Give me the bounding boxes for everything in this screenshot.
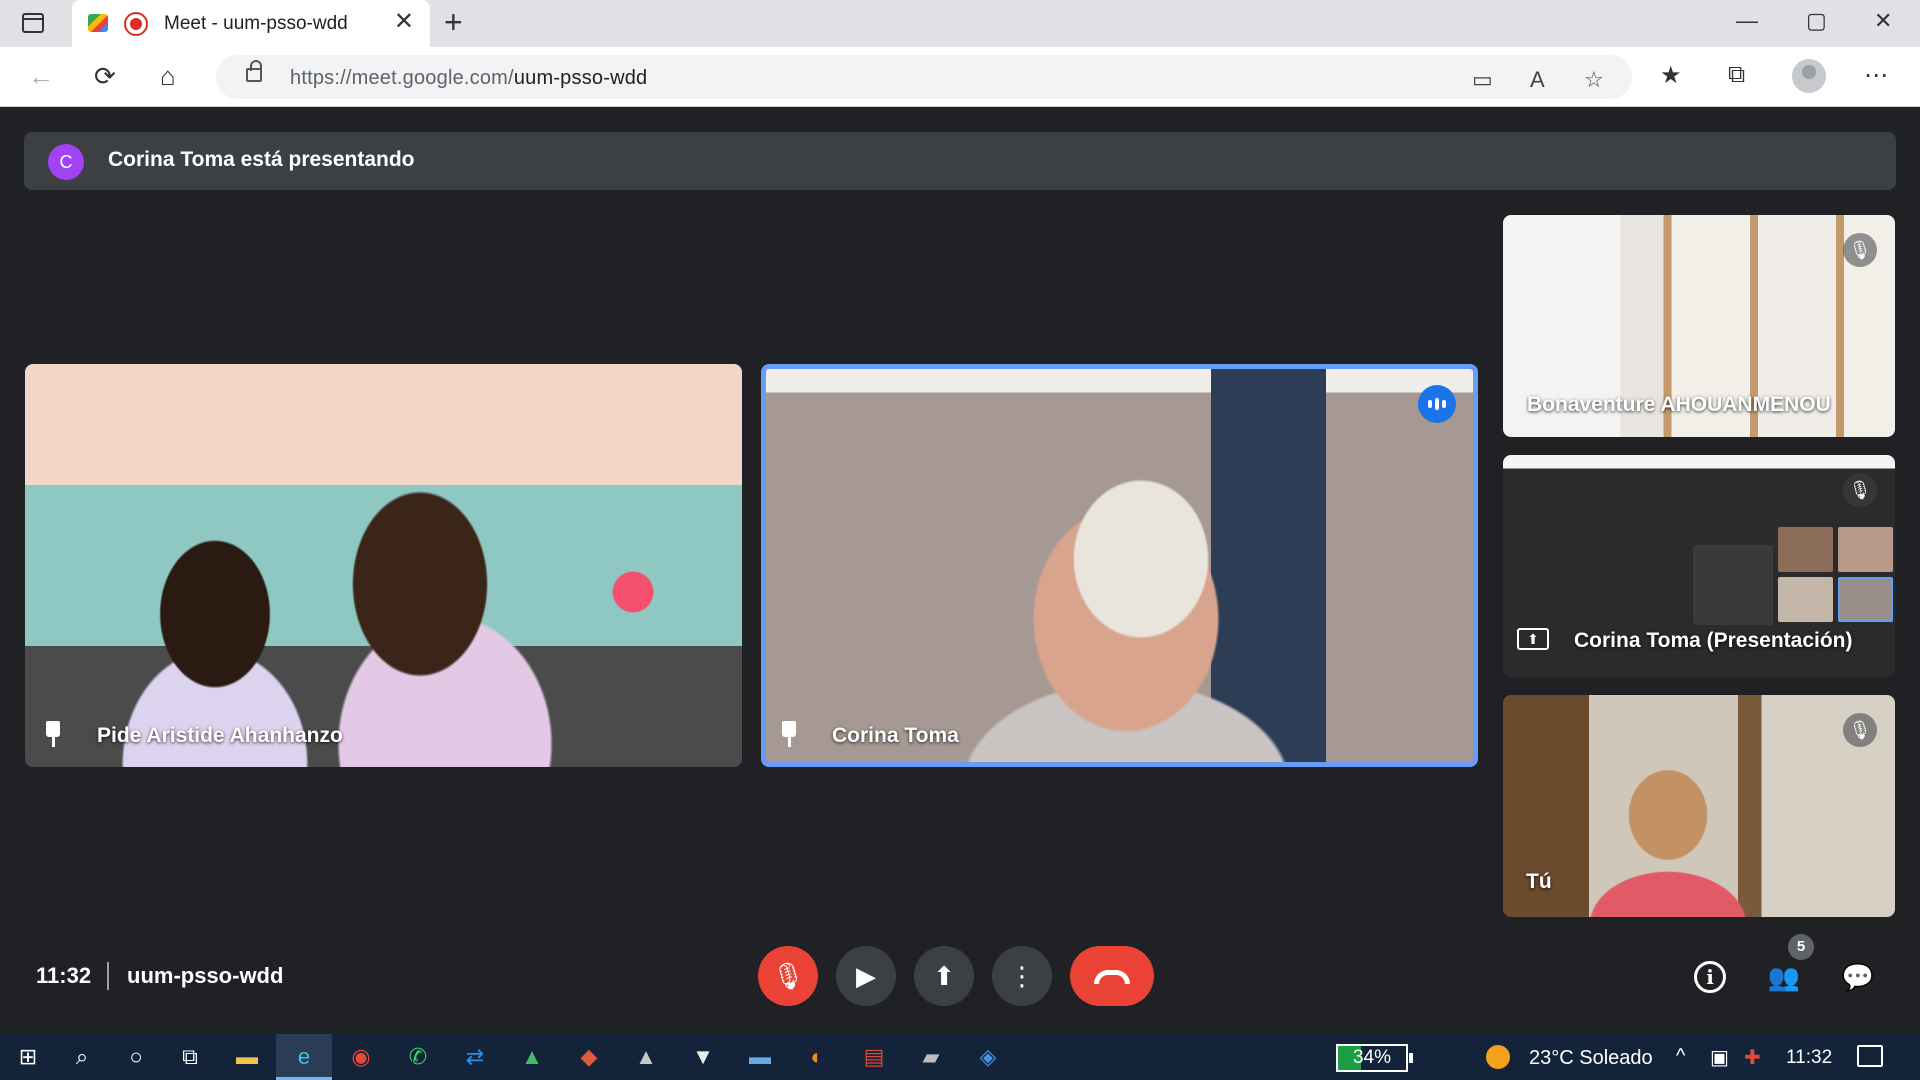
presentation-icon: ⬆ — [1517, 628, 1549, 650]
browser-tab-bar: Meet - uum-psso-wdd ✕ + — ▢ ✕ — [0, 0, 1920, 47]
search-icon[interactable]: ⌕ — [54, 1034, 110, 1080]
presenting-banner: C Corina Toma está presentando — [24, 132, 1896, 190]
profile-avatar[interactable] — [1792, 59, 1826, 93]
camera-in-use-icon[interactable]: ▭ — [1472, 67, 1493, 93]
participant-tile-bonaventure[interactable]: 🎙 Bonaventure AHOUANMENOU — [1503, 215, 1895, 437]
present-now-button[interactable]: ⬆ — [914, 946, 974, 1006]
participant-name: Tú — [1526, 870, 1552, 893]
close-window-button[interactable]: ✕ — [1874, 8, 1892, 34]
presentation-tile[interactable]: 🎙 ⬆ Corina Toma (Presentación) — [1503, 455, 1895, 677]
divider — [107, 962, 109, 990]
end-call-button[interactable] — [1070, 946, 1154, 1006]
hang-up-icon — [1094, 970, 1130, 984]
collections-icon[interactable]: ⧉ — [1728, 61, 1745, 89]
home-button[interactable]: ⌂ — [160, 61, 176, 91]
thumbnail — [1778, 577, 1833, 622]
thumbnail — [1778, 527, 1833, 572]
tab-actions-icon[interactable] — [22, 13, 44, 33]
participant-tile-pide[interactable]: Pide Aristide Ahanhanzo — [25, 364, 742, 767]
whatsapp-icon[interactable]: ✆ — [390, 1034, 446, 1080]
participant-name: Corina Toma — [832, 724, 959, 747]
tab-close-icon[interactable]: ✕ — [394, 10, 414, 34]
windows-taskbar: ⊞ ⌕ ○ ⧉ ▬ e ◉ ✆ ⇄ ▲ ◆ ▲ ▼ ▬ ◐ ▤ ▰ ◈ 34% … — [0, 1034, 1920, 1080]
meeting-code: uum-psso-wdd — [127, 963, 284, 988]
tab-title: Meet - uum-psso-wdd — [164, 13, 348, 34]
battery-indicator[interactable]: 34% — [1336, 1044, 1413, 1072]
taskbar-clock[interactable]: 11:32 — [1786, 1047, 1832, 1069]
participant-name: Bonaventure AHOUANMENOU — [1527, 393, 1831, 416]
app-icon[interactable]: ▬ — [732, 1034, 788, 1080]
firefox-icon[interactable]: ◐ — [789, 1034, 845, 1080]
participant-name: Pide Aristide Ahanhanzo — [97, 724, 343, 747]
mic-off-icon: 🎙 — [1843, 233, 1877, 267]
meeting-time: 11:32 — [36, 963, 92, 988]
pdf-to-jpg-icon[interactable]: ▤ — [846, 1034, 902, 1080]
speaking-indicator-icon — [1418, 385, 1456, 423]
pin-icon[interactable] — [779, 721, 799, 749]
thumbnail — [1838, 577, 1893, 622]
lock-icon — [246, 60, 262, 82]
task-view-icon[interactable]: ⧉ — [162, 1034, 218, 1080]
recording-icon — [124, 12, 148, 36]
mic-off-icon: 🎙 — [1843, 473, 1877, 507]
camera-button[interactable]: ▶ — [836, 946, 896, 1006]
presenter-avatar: C — [48, 144, 84, 180]
new-tab-button[interactable]: + — [444, 6, 463, 38]
app-icon[interactable]: ▰ — [903, 1034, 959, 1080]
participant-tile-corina[interactable]: Corina Toma — [761, 364, 1478, 767]
url-text: https://meet.google.com/uum-psso-wdd — [290, 67, 648, 89]
more-options-button[interactable]: ⋮ — [992, 946, 1052, 1006]
thumbnail — [1838, 527, 1893, 572]
app-icon[interactable]: ◆ — [561, 1034, 617, 1080]
weather-text[interactable]: 23°C Soleado — [1529, 1047, 1653, 1070]
people-icon[interactable]: 👥 — [1766, 960, 1802, 994]
more-icon[interactable]: ⋯ — [1864, 61, 1888, 90]
participant-tile-you[interactable]: 🎙 Tú — [1503, 695, 1895, 917]
add-favorite-icon[interactable]: ☆ — [1584, 67, 1604, 93]
thumbnail — [1693, 545, 1773, 625]
meet-now-icon[interactable]: ▣ — [1710, 1045, 1729, 1070]
mic-off-button[interactable]: 🎙 — [758, 946, 818, 1006]
meet-favicon-icon — [88, 14, 108, 32]
participant-count-badge: 5 — [1788, 934, 1814, 960]
mic-off-icon: 🎙 — [1843, 713, 1877, 747]
start-button[interactable]: ⊞ — [0, 1034, 56, 1080]
chrome-icon[interactable]: ◉ — [333, 1034, 389, 1080]
app-icon[interactable]: ▲ — [618, 1034, 674, 1080]
tray-chevron-icon[interactable]: ^ — [1676, 1045, 1685, 1068]
meeting-details-icon[interactable]: i — [1694, 961, 1726, 993]
pin-icon[interactable] — [43, 721, 63, 749]
browser-address-bar: ← ⟳ ⌂ https://meet.google.com/uum-psso-w… — [0, 47, 1920, 107]
favorites-icon[interactable]: ★ — [1660, 61, 1682, 90]
participant-name: Corina Toma (Presentación) — [1574, 629, 1853, 652]
app-icon[interactable]: ◈ — [960, 1034, 1016, 1080]
sun-icon[interactable] — [1486, 1045, 1510, 1069]
notifications-icon[interactable] — [1857, 1045, 1883, 1067]
tab-meet[interactable]: Meet - uum-psso-wdd ✕ — [72, 0, 430, 47]
drive-icon[interactable]: ▲ — [504, 1034, 560, 1080]
url-field[interactable]: https://meet.google.com/uum-psso-wdd ▭ A… — [216, 55, 1632, 99]
tray-badge-icon[interactable]: ✚ — [1744, 1045, 1761, 1070]
presenting-text: Corina Toma está presentando — [108, 148, 415, 171]
maximize-button[interactable]: ▢ — [1806, 8, 1827, 34]
app-icon[interactable]: ▼ — [675, 1034, 731, 1080]
minimize-button[interactable]: — — [1736, 8, 1758, 34]
back-button[interactable]: ← — [28, 61, 54, 91]
cortana-icon[interactable]: ○ — [108, 1034, 164, 1080]
file-explorer-icon[interactable]: ▬ — [219, 1034, 275, 1080]
reload-button[interactable]: ⟳ — [94, 61, 116, 91]
edge-icon[interactable]: e — [276, 1034, 332, 1080]
chat-icon[interactable]: 💬 — [1840, 960, 1876, 994]
read-aloud-icon[interactable]: A — [1530, 67, 1545, 93]
teamviewer-icon[interactable]: ⇄ — [447, 1034, 503, 1080]
